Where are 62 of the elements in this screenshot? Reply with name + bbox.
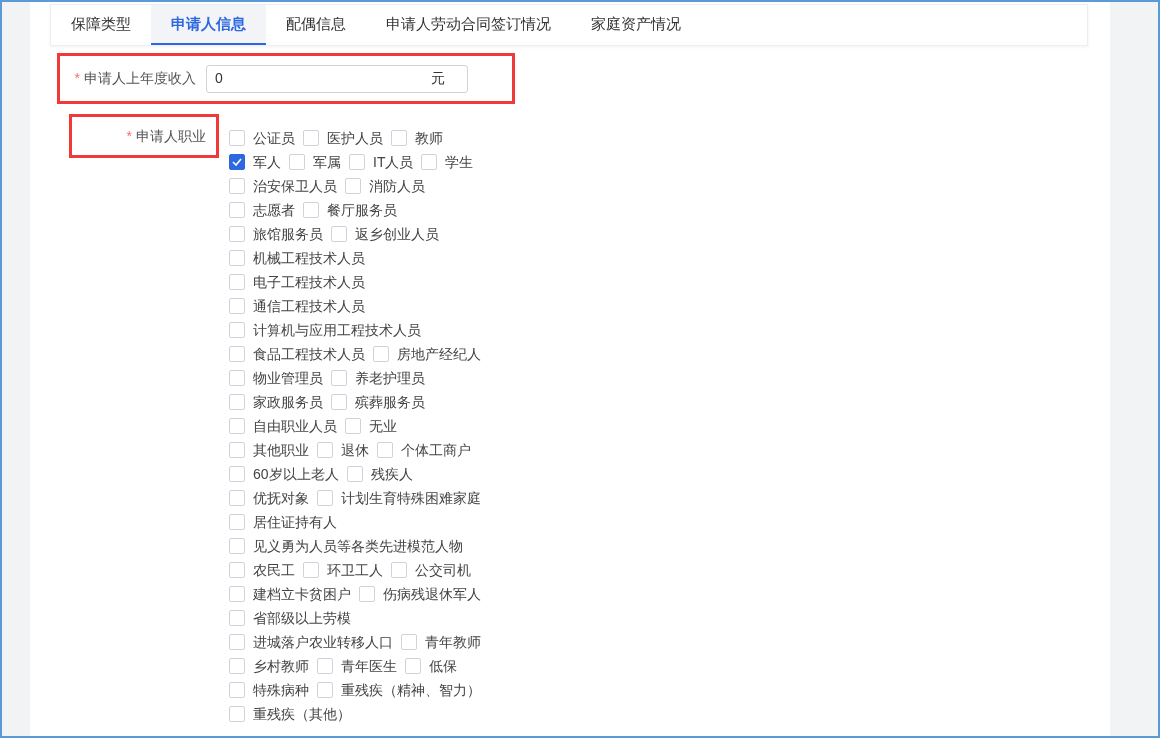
tab[interactable]: 申请人信息	[151, 5, 266, 45]
checkbox-label: IT人员	[373, 152, 414, 172]
checkbox-label: 学生	[445, 152, 474, 172]
checkbox-label: 环卫工人	[327, 560, 383, 580]
field-label: 申请人上年度收入	[84, 69, 196, 88]
checkbox-label: 青年医生	[341, 656, 397, 676]
checkbox-label: 教师	[415, 128, 443, 148]
input-value: 0	[215, 69, 224, 88]
checkbox-label: 乡村教师	[253, 656, 309, 676]
checkbox-label: 居住证持有人	[253, 512, 337, 532]
checkbox-label: 退休	[341, 440, 369, 460]
checkbox-label: 低保	[429, 656, 457, 676]
checkbox-label: 个体工商户	[401, 440, 471, 460]
tab[interactable]: 家庭资产情况	[571, 5, 701, 45]
required-mark: *	[126, 126, 132, 146]
checkbox-label: 通信工程技术人员	[253, 296, 365, 316]
checkbox-label: 见义勇为人员等各类先进模范人物	[253, 536, 463, 556]
checkbox-label: 电子工程技术人员	[253, 272, 365, 292]
checkbox-label: 青年教师	[425, 632, 481, 652]
checkbox-label: 建档立卡贫困户	[253, 584, 351, 604]
field-label: 申请人职业	[136, 126, 206, 146]
checkbox-label: 其他职业	[253, 440, 309, 460]
unit-label: 元	[431, 69, 445, 88]
checkbox-label: 机械工程技术人员	[253, 248, 365, 268]
checkbox-label: 军属	[313, 152, 341, 172]
checkbox-label: 公交司机	[415, 560, 471, 580]
checkbox-label: 旅馆服务员	[253, 224, 323, 244]
checkbox-label: 省部级以上劳模	[253, 608, 351, 628]
checkbox-label: 重残疾（精神、智力）	[341, 680, 481, 700]
checkbox-label: 餐厅服务员	[327, 200, 397, 220]
checkbox-label: 残疾人	[370, 464, 413, 484]
checkbox-label: 计算机与应用工程技术人员	[253, 320, 421, 340]
tab[interactable]: 保障类型	[51, 5, 151, 45]
checkmark-icon	[232, 158, 242, 166]
checkbox[interactable]	[229, 154, 245, 170]
checkbox-label: 家政服务员	[253, 392, 323, 412]
checkbox-label: 优抚对象	[253, 488, 309, 508]
checkbox-label: 消防人员	[369, 176, 425, 196]
checkbox-label: 志愿者	[253, 200, 295, 220]
income-input[interactable]: 0 元	[206, 64, 468, 93]
checkbox-label: 无业	[369, 416, 397, 436]
checkbox-label: 养老护理员	[355, 368, 425, 388]
checkbox-label: 房地产经纪人	[397, 344, 481, 364]
checkbox-label: 农民工	[253, 560, 295, 580]
checkbox-label: 返乡创业人员	[355, 224, 439, 244]
checkbox-label: 物业管理员	[253, 368, 323, 388]
checkbox-label: 医护人员	[327, 128, 383, 148]
checkbox-label: 治安保卫人员	[253, 176, 337, 196]
checkbox-label: 食品工程技术人员	[253, 344, 365, 364]
checkbox-label: 60岁以上老人	[253, 464, 339, 484]
checkbox-label: 军人	[253, 152, 281, 172]
checkbox-label: 特殊病种	[253, 680, 309, 700]
checkbox-label: 重残疾（其他）	[253, 704, 351, 724]
checkbox-label: 伤病残退休军人	[383, 584, 481, 604]
checkbox-label: 殡葬服务员	[355, 392, 425, 412]
tab[interactable]: 申请人劳动合同签订情况	[366, 5, 571, 45]
checkbox-label: 自由职业人员	[253, 416, 337, 436]
checkbox-label: 计划生育特殊困难家庭	[341, 488, 481, 508]
tab[interactable]: 配偶信息	[266, 5, 366, 45]
checkbox-label: 公证员	[253, 128, 295, 148]
required-mark: *	[74, 69, 80, 88]
checkbox-label: 进城落户农业转移人口	[253, 632, 393, 652]
